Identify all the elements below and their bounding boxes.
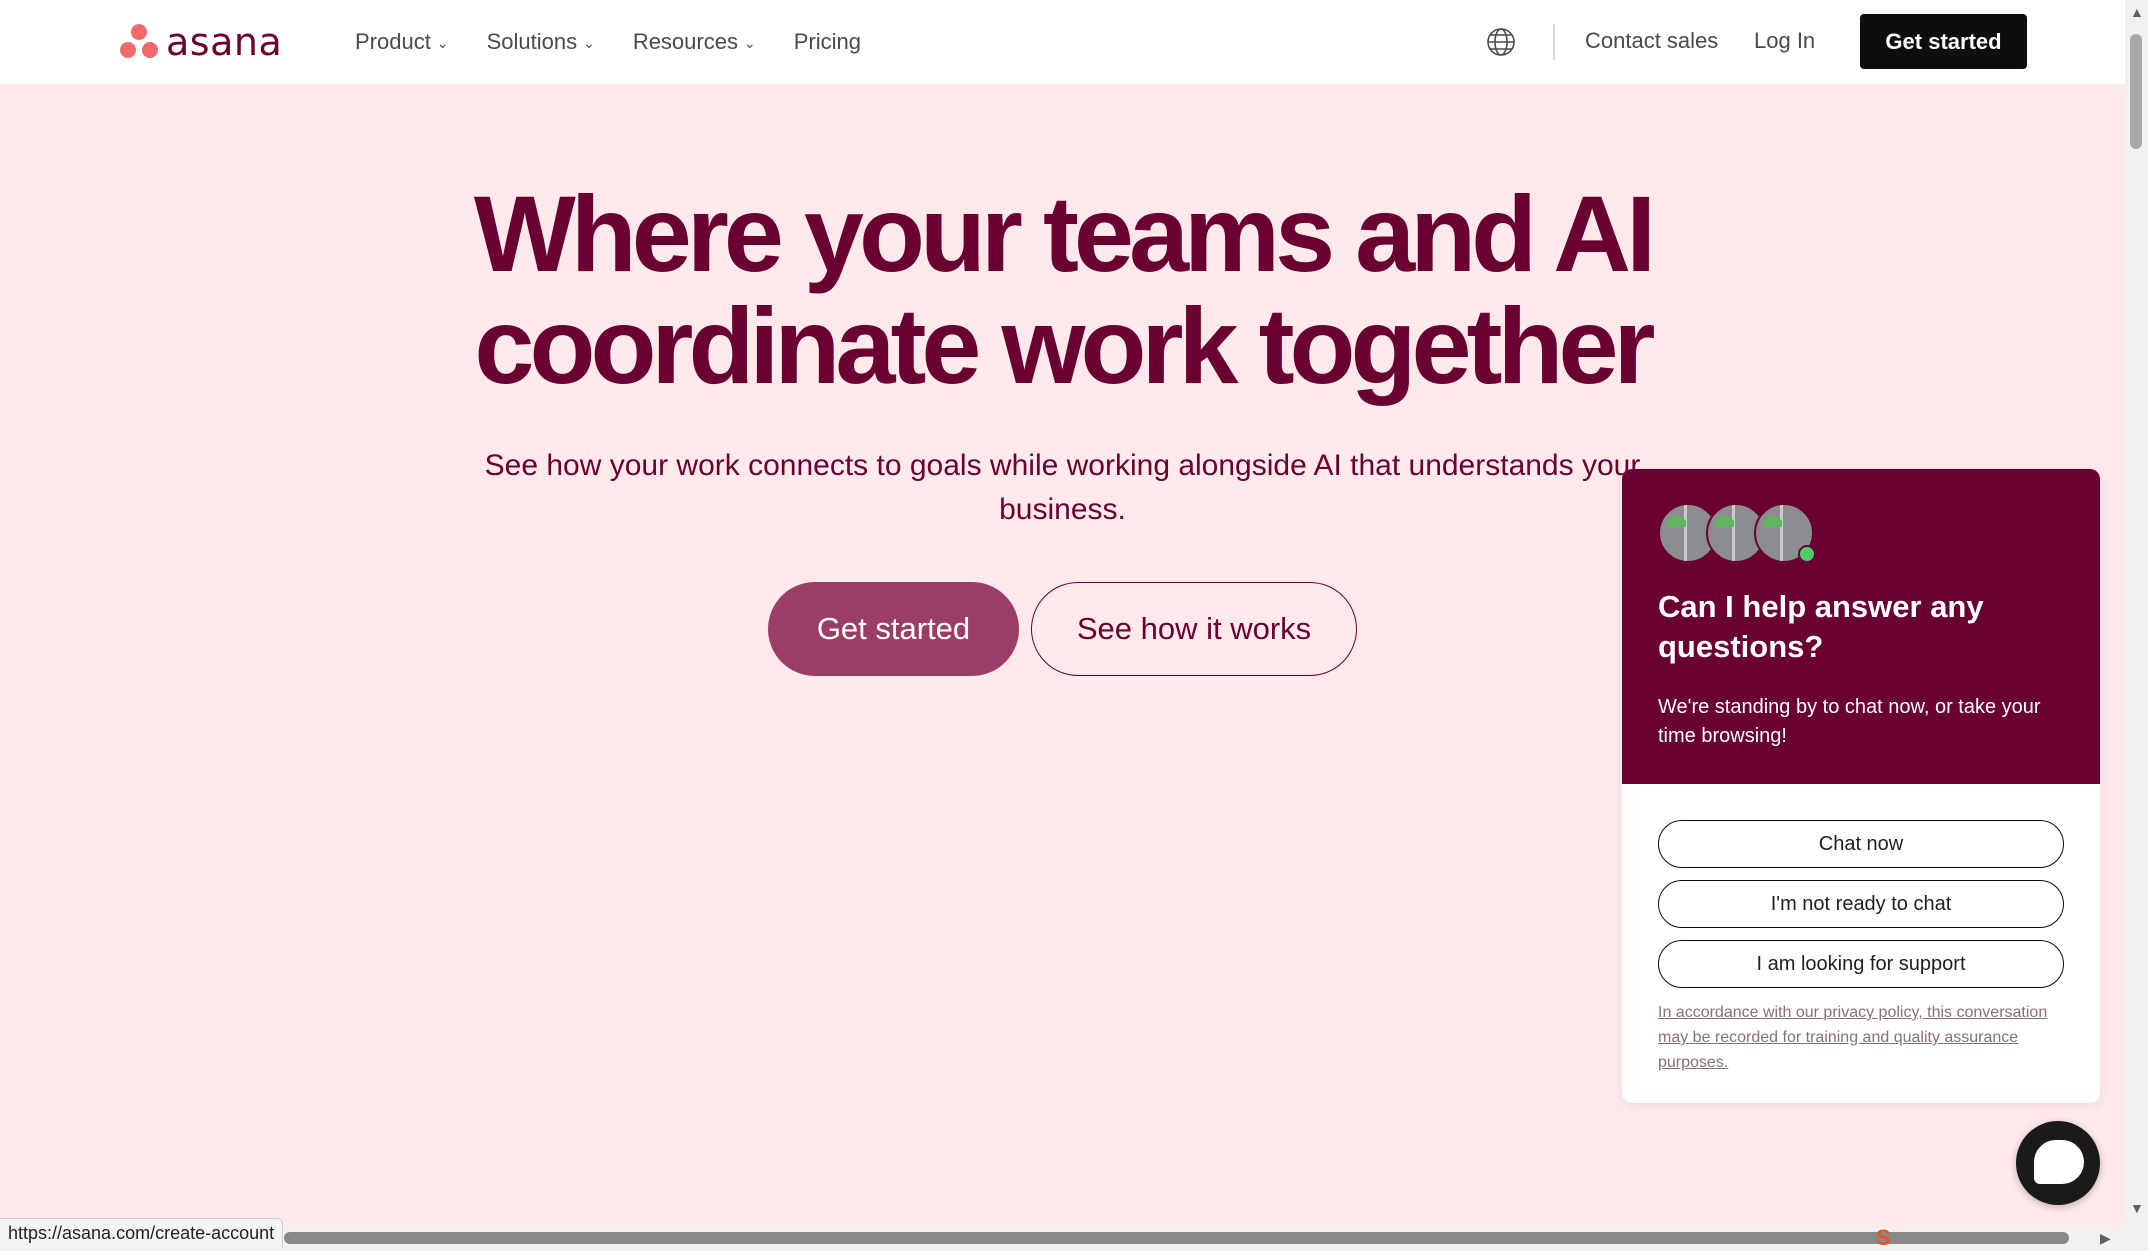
nav-solutions-label: Solutions: [486, 29, 578, 54]
contact-sales-link[interactable]: Contact sales: [1585, 28, 1718, 54]
header-get-started-button[interactable]: Get started: [1860, 14, 2027, 69]
chevron-down-icon: ⌄: [583, 34, 595, 51]
asana-logo[interactable]: asana: [120, 22, 282, 62]
scroll-right-arrow-icon[interactable]: ▶: [2100, 1230, 2111, 1247]
chat-message: We're standing by to chat now, or take y…: [1658, 696, 2041, 747]
agent-avatars: [1658, 503, 2064, 567]
hero-title-line2: coordinate work together: [474, 285, 1655, 406]
hero-title-line1: Where your teams and AI: [473, 173, 1656, 294]
chevron-down-icon: ⌄: [743, 34, 756, 51]
see-how-it-works-button[interactable]: See how it works: [1031, 582, 1357, 676]
chat-widget: Can I help answer any questions? We're s…: [1622, 469, 2100, 1103]
vertical-scrollbar[interactable]: [2125, 0, 2148, 1251]
online-status-icon: [1798, 545, 1816, 563]
scroll-up-arrow-icon[interactable]: ▲: [2130, 4, 2144, 20]
chat-header: Can I help answer any questions? We're s…: [1622, 469, 2100, 784]
not-ready-button[interactable]: I'm not ready to chat: [1658, 880, 2064, 928]
nav-product-label: Product: [355, 29, 431, 54]
hero-title: Where your teams and AI coordinate work …: [380, 178, 1745, 402]
main-nav: Product ⌄ Solutions ⌄ Resources ⌄ Pricin…: [355, 0, 861, 84]
nav-resources-label: Resources: [632, 29, 738, 54]
nav-pricing[interactable]: Pricing: [794, 29, 861, 55]
chat-options: Chat now I'm not ready to chat I am look…: [1622, 784, 2100, 1075]
chat-launcher-button[interactable]: [2016, 1121, 2100, 1205]
logo-text: asana: [166, 20, 283, 64]
status-bar-url: https://asana.com/create-account: [0, 1218, 284, 1248]
hero-subtitle: See how your work connects to goals whil…: [484, 449, 1641, 526]
vertical-scrollbar-thumb[interactable]: [2130, 34, 2142, 149]
scroll-down-arrow-icon[interactable]: ▼: [2130, 1200, 2144, 1216]
hero-get-started-button[interactable]: Get started: [768, 582, 1019, 676]
horizontal-scrollbar-thumb[interactable]: [284, 1232, 2069, 1244]
globe-icon[interactable]: [1485, 26, 1517, 58]
top-navigation-bar: asana Product ⌄ Solutions ⌄ Resources ⌄ …: [0, 0, 2125, 84]
chat-now-button[interactable]: Chat now: [1658, 820, 2064, 868]
chat-bubble-icon: [2034, 1140, 2084, 1184]
nav-resources[interactable]: Resources ⌄: [633, 29, 756, 55]
asana-logo-icon: [120, 24, 158, 60]
chevron-down-icon: ⌄: [436, 34, 449, 51]
extension-icon[interactable]: S: [1876, 1225, 1902, 1251]
login-link[interactable]: Log In: [1754, 28, 1815, 54]
nav-solutions[interactable]: Solutions ⌄: [487, 29, 595, 55]
nav-pricing-label: Pricing: [793, 29, 861, 54]
header-divider: [1553, 24, 1555, 60]
privacy-policy-link[interactable]: In accordance with our privacy policy, t…: [1658, 1000, 2064, 1075]
looking-for-support-button[interactable]: I am looking for support: [1658, 940, 2064, 988]
nav-product[interactable]: Product ⌄: [355, 29, 449, 55]
chat-title: Can I help answer any questions?: [1658, 589, 1984, 664]
